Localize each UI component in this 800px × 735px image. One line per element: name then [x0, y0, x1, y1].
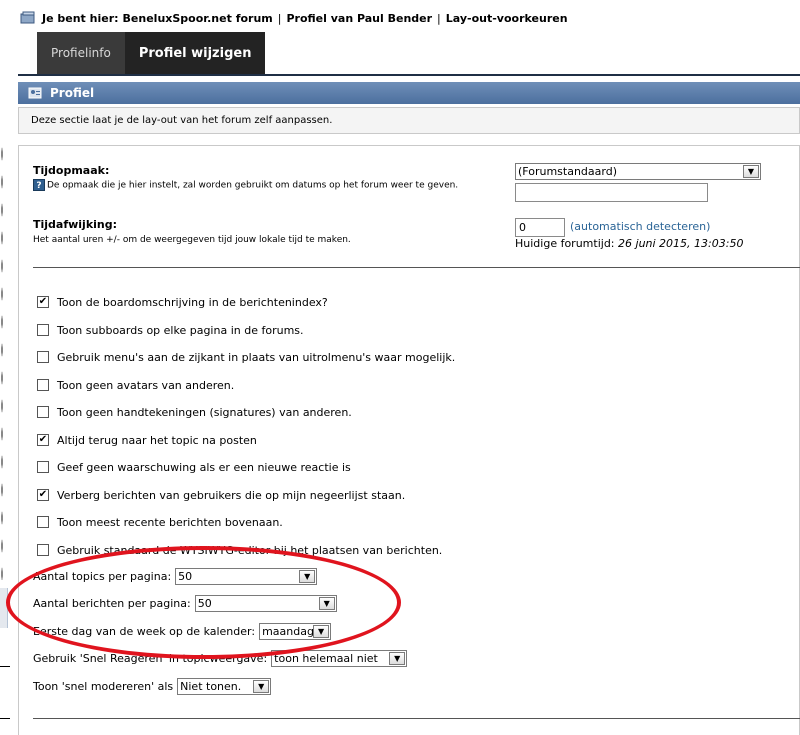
checkbox[interactable]: ✔ [37, 434, 49, 446]
breadcrumb-separator: | [437, 11, 441, 25]
option-side-menus[interactable]: Gebruik menu's aan de zijkant in plaats … [37, 349, 455, 365]
checkbox[interactable] [37, 379, 49, 391]
option-hide-ignored[interactable]: ✔ Verberg berichten van gebruikers die o… [37, 487, 405, 503]
option-label: Altijd terug naar het topic na posten [57, 433, 257, 447]
breadcrumb-prefix: Je bent hier: [42, 11, 119, 25]
left-edge-line [0, 718, 10, 719]
separator-line [33, 718, 800, 719]
first-day-value: maandag [262, 624, 314, 638]
tabs-underline [18, 74, 800, 76]
checkmark-icon: ✔ [38, 489, 48, 500]
chevron-down-icon: ▼ [299, 569, 316, 583]
section-header: Profiel [18, 82, 800, 104]
forum-icon [20, 11, 35, 24]
option-return-to-topic[interactable]: ✔ Altijd terug naar het topic na posten [37, 432, 257, 448]
time-format-input[interactable] [515, 183, 708, 202]
settings-panel: Tijdopmaak: ? De opmaak die je hier inste… [18, 145, 800, 735]
option-label: Gebruik standaard de WYSIWYG-editor bij … [57, 543, 443, 557]
option-wysiwyg[interactable]: Gebruik standaard de WYSIWYG-editor bij … [37, 542, 442, 558]
quick-reply-label: Gebruik 'Snel Reageren' in topicweergave… [33, 651, 268, 665]
quick-moderation-value: Niet tonen. [180, 679, 242, 693]
option-label: Toon geen avatars van anderen. [57, 378, 235, 392]
posts-per-page-label: Aantal berichten per pagina: [33, 596, 191, 610]
posts-per-page-value: 50 [197, 596, 212, 610]
current-forum-time: Huidige forumtijd: 26 juni 2015, 13:03:5… [515, 237, 743, 250]
tab-profielinfo[interactable]: Profielinfo [37, 32, 125, 74]
topics-per-page-row: Aantal topics per pagina: 50 ▼ [33, 567, 318, 585]
checkbox[interactable]: ✔ [37, 296, 49, 308]
option-label: Toon meest recente berichten bovenaan. [57, 515, 283, 529]
profile-icon [28, 87, 42, 99]
left-edge-fragment [0, 588, 8, 628]
breadcrumb: Je bent hier: BeneluxSpoor.net forum | P… [20, 10, 568, 26]
topics-per-page-select[interactable]: 50 ▼ [175, 567, 318, 585]
first-day-label: Eerste dag van de week op de kalender: [33, 624, 256, 638]
option-label: Geef geen waarschuwing als er een nieuwe… [57, 460, 351, 474]
chevron-down-icon: ▼ [389, 651, 406, 665]
time-offset-input[interactable]: 0 [515, 218, 565, 237]
checkbox[interactable] [37, 544, 49, 556]
checkbox[interactable] [37, 516, 49, 528]
option-label: Toon subboards op elke pagina in de foru… [57, 323, 304, 337]
checkbox[interactable]: ✔ [37, 489, 49, 501]
quick-moderation-select[interactable]: Niet tonen. ▼ [177, 677, 272, 695]
option-no-new-reply-warning[interactable]: Geef geen waarschuwing als er een nieuwe… [37, 459, 351, 475]
time-format-label: Tijdopmaak: [33, 164, 110, 177]
option-label: Gebruik menu's aan de zijkant in plaats … [57, 350, 456, 364]
help-icon[interactable]: ? [33, 179, 45, 191]
chevron-down-icon: ▼ [318, 596, 335, 610]
section-description: Deze sectie laat je de lay-out van het f… [18, 107, 800, 134]
option-no-signatures[interactable]: Toon geen handtekeningen (signatures) va… [37, 404, 352, 420]
breadcrumb-layout-link[interactable]: Lay-out-voorkeuren [446, 12, 568, 25]
option-no-avatars[interactable]: Toon geen avatars van anderen. [37, 377, 234, 393]
option-label: Verberg berichten van gebruikers die op … [57, 488, 406, 502]
time-format-select-value: (Forumstandaard) [518, 165, 617, 178]
quick-reply-select[interactable]: toon helemaal niet ▼ [271, 649, 408, 667]
topics-per-page-label: Aantal topics per pagina: [33, 569, 172, 583]
checkmark-icon: ✔ [38, 434, 48, 445]
breadcrumb-profile-link[interactable]: Profiel van Paul Bender [286, 12, 432, 25]
time-offset-label: Tijdafwijking: [33, 218, 118, 231]
quick-reply-value: toon helemaal niet [274, 651, 378, 665]
quick-moderation-row: Toon 'snel modereren' als Niet tonen. ▼ [33, 677, 272, 695]
quick-moderation-label: Toon 'snel modereren' als [33, 679, 174, 693]
option-label: Toon geen handtekeningen (signatures) va… [57, 405, 352, 419]
quick-reply-row: Gebruik 'Snel Reageren' in topicweergave… [33, 649, 408, 667]
time-format-hint: ? De opmaak die je hier instelt, zal word… [33, 179, 463, 193]
option-subboards[interactable]: Toon subboards op elke pagina in de foru… [37, 322, 304, 338]
chevron-down-icon: ▼ [253, 679, 270, 693]
breadcrumb-separator: | [277, 11, 282, 25]
left-edge-line [0, 666, 10, 667]
checkbox[interactable] [37, 461, 49, 473]
first-day-select[interactable]: maandag ▼ [259, 622, 332, 640]
breadcrumb-forum-link[interactable]: BeneluxSpoor.net forum [123, 12, 273, 25]
option-board-description[interactable]: ✔ Toon de boardomschrijving in de berich… [37, 294, 328, 310]
section-description-text: Deze sectie laat je de lay-out van het f… [31, 115, 333, 126]
current-time-label: Huidige forumtijd: [515, 237, 615, 250]
posts-per-page-row: Aantal berichten per pagina: 50 ▼ [33, 594, 337, 612]
current-time-value: 26 juni 2015, 13:03:50 [618, 237, 744, 250]
separator-line [33, 267, 800, 268]
topics-per-page-value: 50 [178, 569, 193, 583]
autodetect-link[interactable]: (automatisch detecteren) [570, 220, 710, 233]
time-format-select[interactable]: (Forumstandaard) ▼ [515, 163, 761, 180]
checkbox[interactable] [37, 324, 49, 336]
section-title: Profiel [50, 86, 95, 100]
checkmark-icon: ✔ [38, 296, 48, 307]
left-edge-dots [0, 140, 4, 580]
checkbox[interactable] [37, 351, 49, 363]
option-label: Toon de boardomschrijving in de berichte… [57, 295, 328, 309]
time-offset-hint: Het aantal uren +/- om de weergegeven ti… [33, 235, 351, 245]
tab-profiel-wijzigen[interactable]: Profiel wijzigen [124, 32, 266, 74]
chevron-down-icon: ▼ [743, 165, 759, 178]
chevron-down-icon: ▼ [313, 624, 330, 638]
time-format-hint-text: De opmaak die je hier instelt, zal worde… [47, 180, 459, 191]
option-recent-first[interactable]: Toon meest recente berichten bovenaan. [37, 514, 283, 530]
checkbox[interactable] [37, 406, 49, 418]
profile-tabs: Profielinfo Profiel wijzigen [37, 32, 266, 74]
posts-per-page-select[interactable]: 50 ▼ [194, 594, 337, 612]
first-day-row: Eerste dag van de week op de kalender: m… [33, 622, 332, 640]
